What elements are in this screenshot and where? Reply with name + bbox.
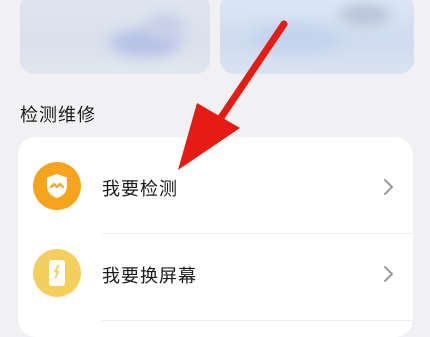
red-arrow-annotation-icon: [178, 20, 288, 170]
